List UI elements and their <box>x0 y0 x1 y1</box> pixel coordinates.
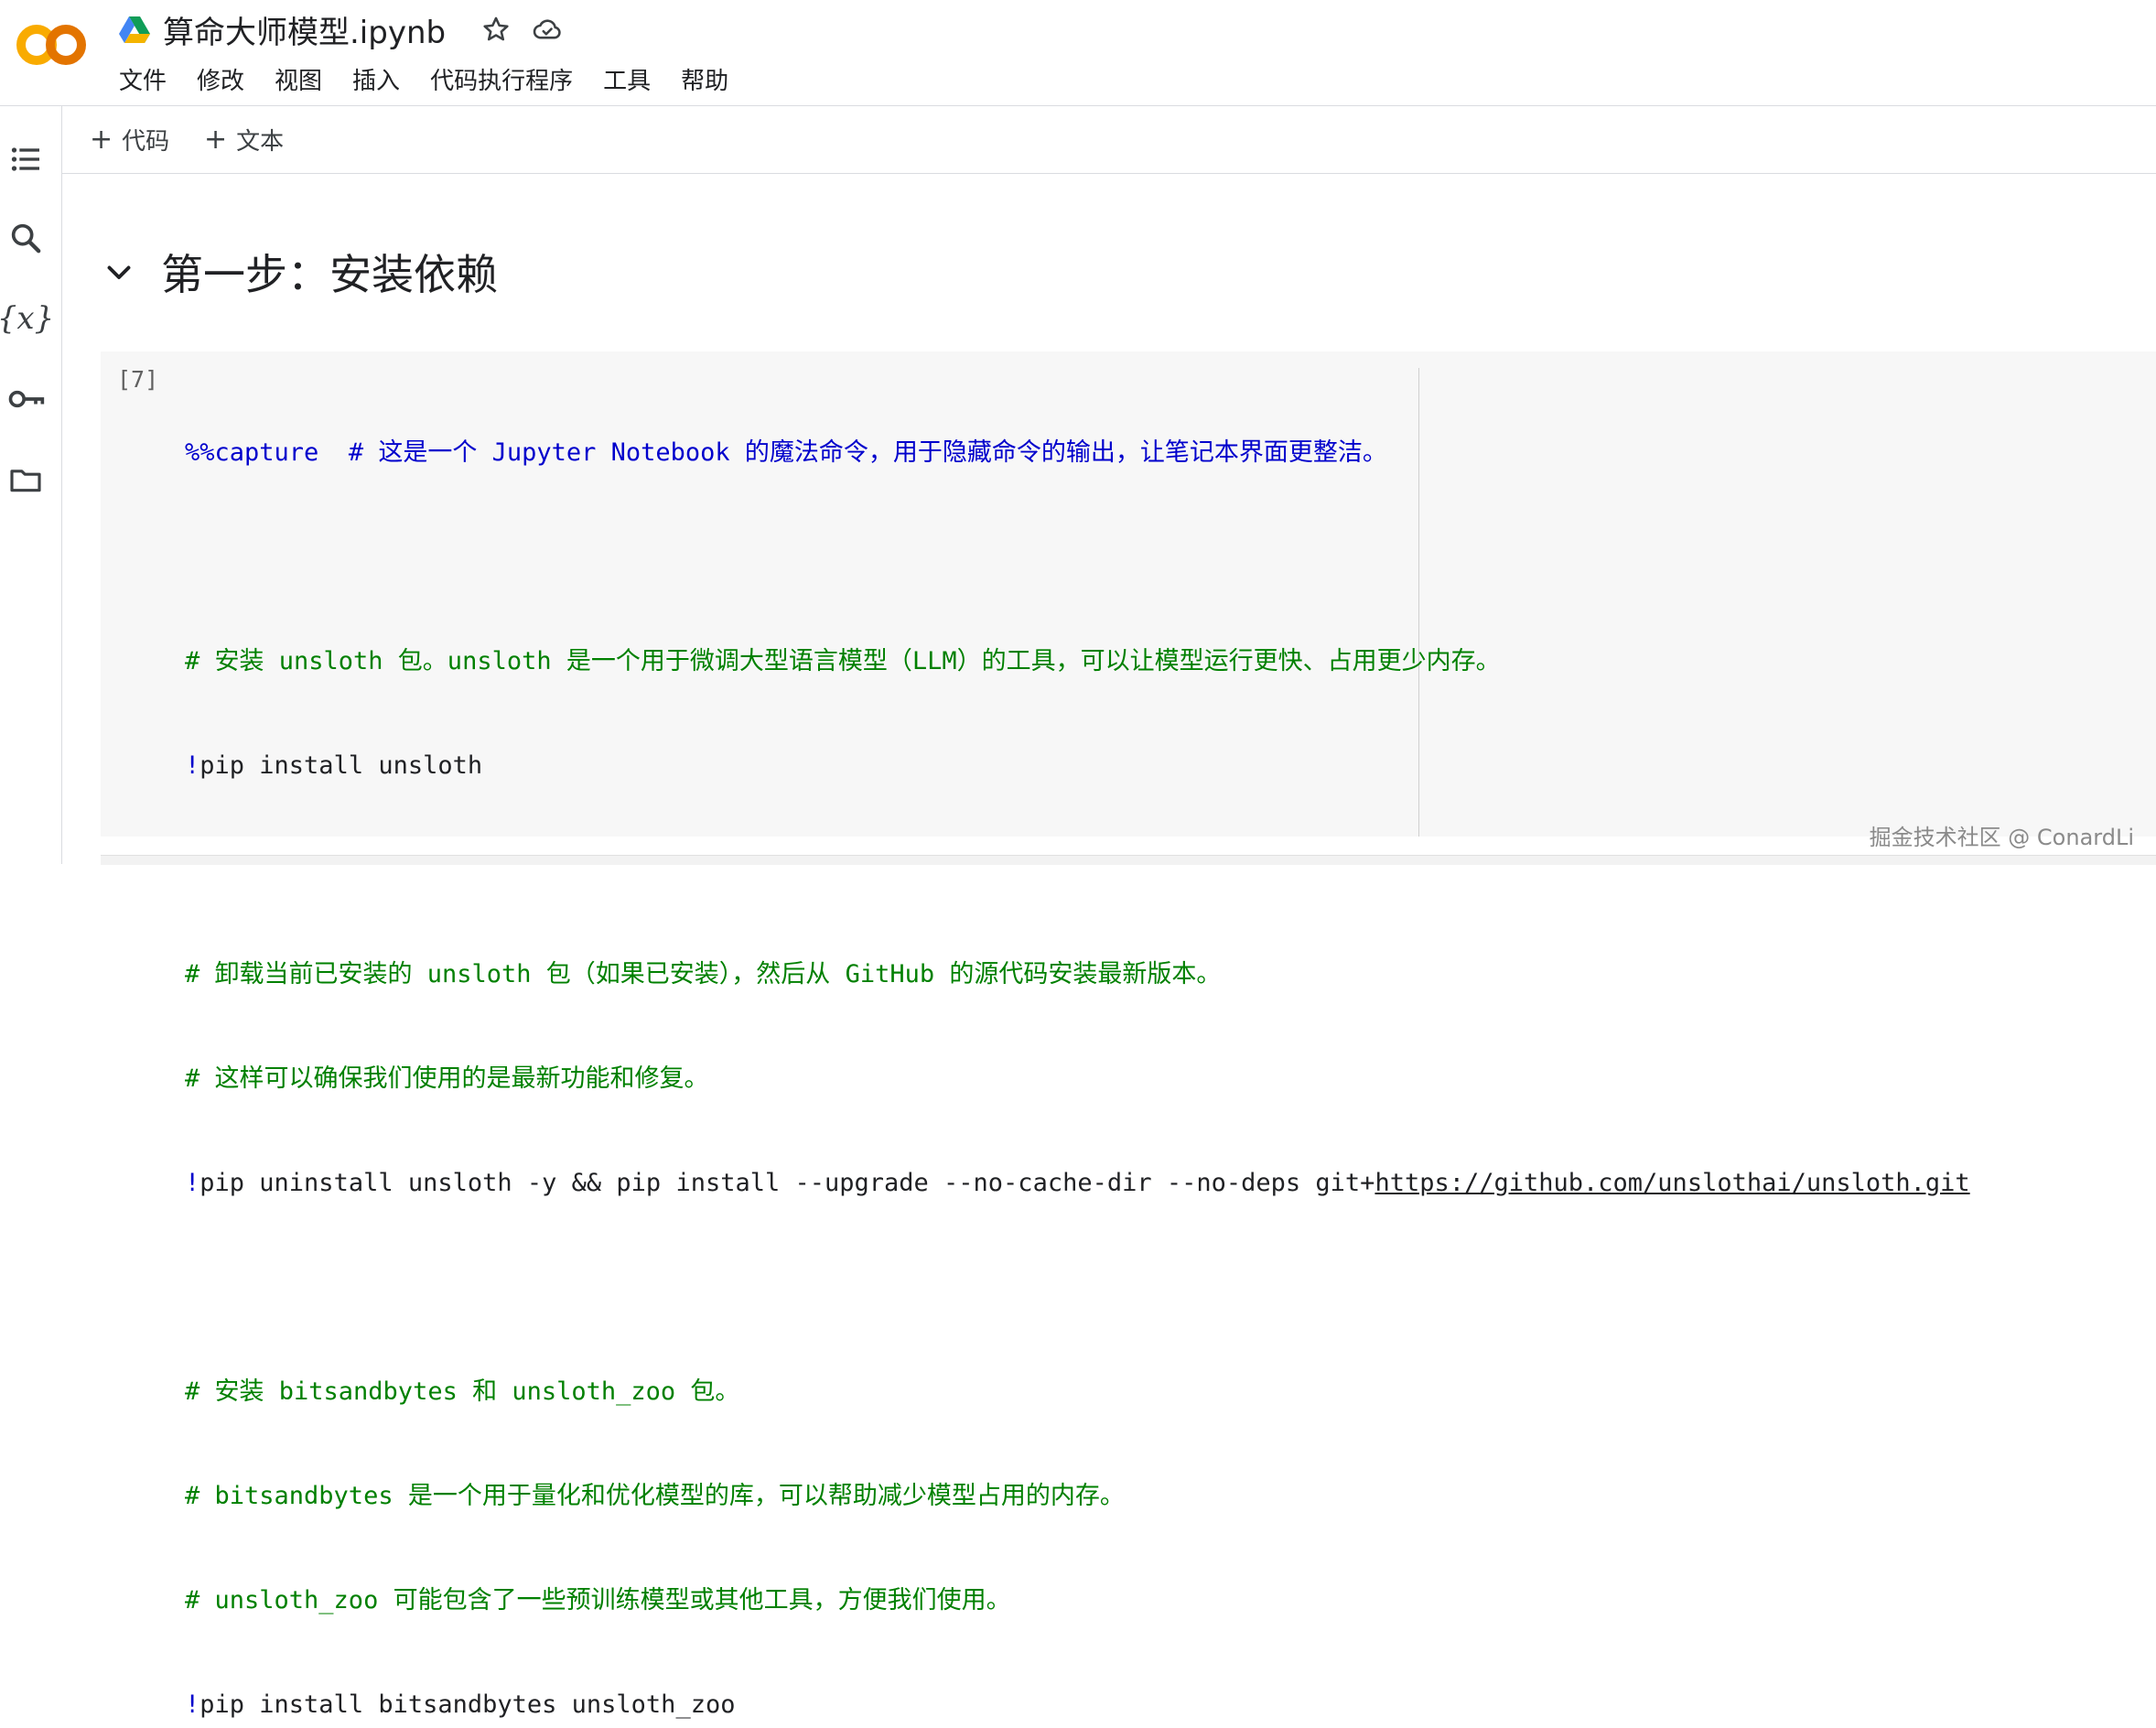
shell-command: pip install bitsandbytes unsloth_zoo <box>199 1690 736 1719</box>
menu-insert[interactable]: 插入 <box>352 62 400 96</box>
section-title: 第一步：安装依赖 <box>161 250 498 299</box>
watermark: 掘金技术社区 @ ConardLi <box>1869 825 2134 850</box>
plus-icon: + <box>90 123 113 156</box>
code-comment: # 卸载当前已安装的 unsloth 包（如果已安装），然后从 GitHub 的… <box>185 960 1222 988</box>
code-line: !pip install bitsandbytes unsloth_zoo <box>185 1688 1970 1723</box>
menu-edit[interactable]: 修改 <box>197 62 244 96</box>
code-editor[interactable]: %%capture # 这是一个 Jupyter Notebook 的魔法命令，… <box>185 366 1970 1728</box>
code-line: # 卸载当前已安装的 unsloth 包（如果已安装），然后从 GitHub 的… <box>185 957 1970 992</box>
add-text-button[interactable]: + 文本 <box>204 121 284 157</box>
left-sidebar: {x} <box>0 106 62 864</box>
code-comment: # 这是一个 Jupyter Notebook 的魔法命令，用于隐藏命令的输出，… <box>318 438 1387 467</box>
code-line: # bitsandbytes 是一个用于量化和优化模型的库，可以帮助减少模型占用… <box>185 1479 1970 1514</box>
add-text-label: 文本 <box>236 127 285 156</box>
google-drive-icon[interactable] <box>119 16 150 43</box>
magic-command: %%capture <box>185 438 319 467</box>
code-comment: # unsloth_zoo 可能包含了一些预训练模型或其他工具，方便我们使用。 <box>185 1586 1011 1615</box>
code-line: # unsloth_zoo 可能包含了一些预训练模型或其他工具，方便我们使用。 <box>185 1583 1970 1618</box>
code-comment: # 安装 bitsandbytes 和 unsloth_zoo 包。 <box>185 1377 740 1406</box>
menu-runtime[interactable]: 代码执行程序 <box>430 62 573 96</box>
notebook-toolbar: + 代码 + 文本 <box>62 106 2156 174</box>
menu-bar: 文件 修改 视图 插入 代码执行程序 工具 帮助 <box>119 60 759 97</box>
code-line: # 这样可以确保我们使用的是最新功能和修复。 <box>185 1062 1970 1096</box>
top-header: 算命大师模型.ipynb 文件 修改 视图 插入 代码执行程序 工具 帮助 <box>0 0 2156 106</box>
folder-icon[interactable] <box>5 459 46 500</box>
section-heading: 第一步：安装依赖 <box>102 240 498 304</box>
shell-bang: ! <box>185 1690 200 1719</box>
add-code-label: 代码 <box>122 127 170 156</box>
code-cell[interactable]: [7] %%capture # 这是一个 Jupyter Notebook 的魔… <box>101 351 2156 1719</box>
menu-view[interactable]: 视图 <box>275 62 322 96</box>
shell-command: pip uninstall unsloth -y && pip install … <box>199 1169 1375 1197</box>
plus-icon: + <box>204 123 228 156</box>
github-link[interactable]: https://github.com/unslothai/unsloth.git <box>1374 1169 1969 1197</box>
execution-count[interactable]: [7] <box>117 366 158 393</box>
key-icon[interactable] <box>5 379 46 419</box>
shell-bang: ! <box>185 751 200 780</box>
code-line: !pip install unsloth <box>185 749 1970 783</box>
chevron-down-icon[interactable] <box>102 255 135 288</box>
menu-help[interactable]: 帮助 <box>681 62 728 96</box>
cloud-check-icon[interactable] <box>532 14 563 45</box>
variables-icon[interactable]: {x} <box>0 298 54 339</box>
variables-glyph: {x} <box>0 300 55 337</box>
menu-file[interactable]: 文件 <box>119 62 167 96</box>
code-line: %%capture # 这是一个 Jupyter Notebook 的魔法命令，… <box>185 436 1970 470</box>
document-title[interactable]: 算命大师模型.ipynb <box>163 7 446 52</box>
table-of-contents-icon[interactable] <box>5 139 46 179</box>
search-icon[interactable] <box>5 218 46 258</box>
add-code-button[interactable]: + 代码 <box>90 121 169 157</box>
colab-logo[interactable] <box>13 20 90 70</box>
code-comment: # 安装 unsloth 包。unsloth 是一个用于微调大型语言模型（LLM… <box>185 647 1501 675</box>
code-line: # 安装 bitsandbytes 和 unsloth_zoo 包。 <box>185 1375 1970 1409</box>
star-icon[interactable] <box>480 14 512 45</box>
shell-command: pip install unsloth <box>199 751 483 780</box>
code-comment: # 这样可以确保我们使用的是最新功能和修复。 <box>185 1064 709 1093</box>
shell-bang: ! <box>185 1169 200 1197</box>
next-cell-edge <box>101 855 2156 865</box>
code-line: # 安装 unsloth 包。unsloth 是一个用于微调大型语言模型（LLM… <box>185 644 1970 679</box>
menu-tools[interactable]: 工具 <box>603 62 651 96</box>
code-comment: # bitsandbytes 是一个用于量化和优化模型的库，可以帮助减少模型占用… <box>185 1482 1125 1510</box>
code-line: !pip uninstall unsloth -y && pip install… <box>185 1166 1970 1201</box>
title-row: 算命大师模型.ipynb <box>119 7 583 52</box>
